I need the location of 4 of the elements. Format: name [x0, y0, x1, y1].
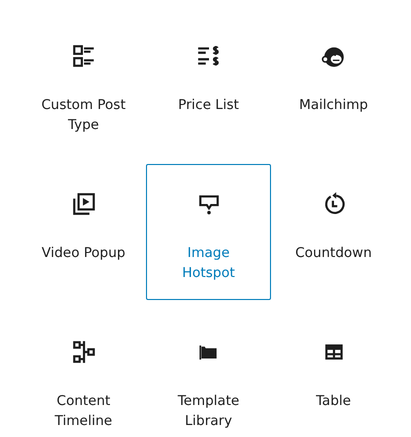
timeline-icon — [70, 339, 96, 365]
block-button[interactable]: Image Hotspot — [146, 164, 271, 300]
video-icon — [70, 191, 96, 217]
list-icon — [70, 43, 96, 69]
